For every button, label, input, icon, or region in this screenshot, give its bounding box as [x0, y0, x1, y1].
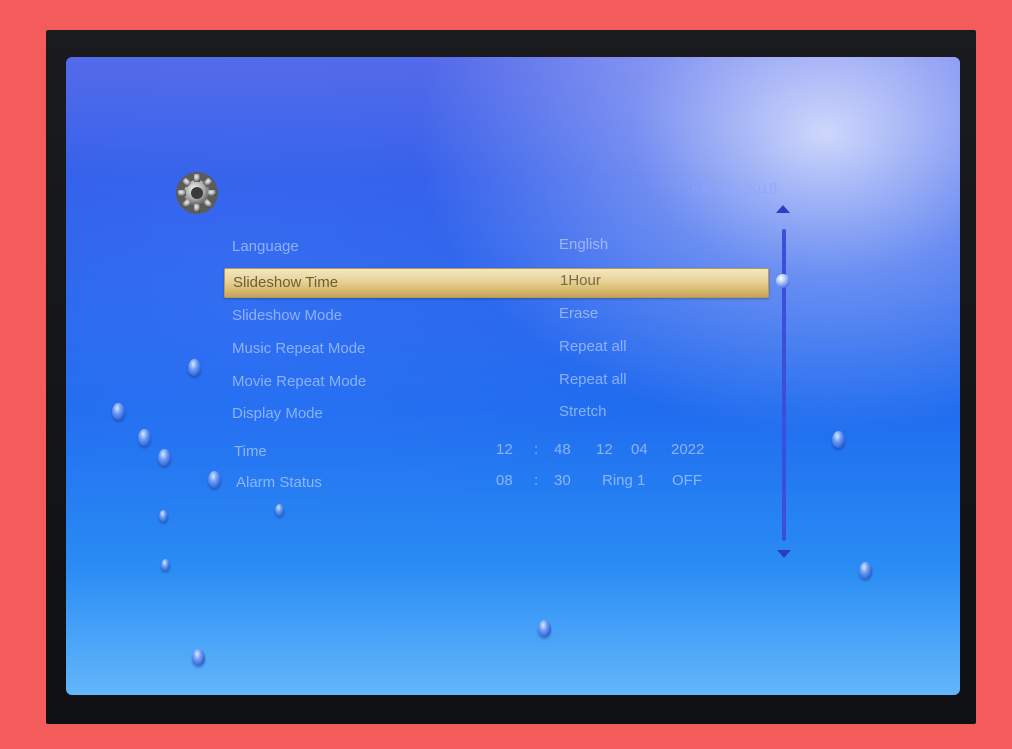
time-separator: :	[534, 441, 539, 458]
alarm-hour[interactable]: 08	[496, 472, 513, 489]
menu-item-label: Language	[232, 238, 299, 255]
scrollbar-thumb[interactable]	[776, 274, 790, 288]
menu-item-slideshow-time[interactable]: Slideshow Time 1Hour	[224, 268, 769, 298]
menu-item-value: Repeat all	[559, 338, 627, 355]
droplet-icon	[832, 431, 845, 448]
droplet-icon	[158, 449, 171, 466]
menu-item-music-repeat-mode[interactable]: Music Repeat Mode Repeat all	[224, 335, 767, 363]
menu-item-slideshow-mode[interactable]: Slideshow Mode Erase	[224, 302, 767, 330]
alarm-ring[interactable]: Ring 1	[602, 472, 645, 489]
droplet-icon	[192, 649, 205, 666]
menu-item-label: Display Mode	[232, 405, 323, 422]
menu-item-time[interactable]: Time 12 : 48 12 04 2022	[224, 438, 767, 466]
menu-item-value: 1Hour	[560, 272, 601, 289]
droplet-icon	[159, 510, 168, 522]
alarm-separator: :	[534, 472, 539, 489]
settings-screen: July 18, 2018 Language English Slideshow…	[66, 57, 960, 695]
time-hour[interactable]: 12	[496, 441, 513, 458]
alarm-state[interactable]: OFF	[672, 472, 702, 489]
scroll-up-arrow-icon[interactable]	[776, 205, 790, 213]
droplet-icon	[161, 559, 170, 571]
menu-item-label: Music Repeat Mode	[232, 340, 366, 357]
menu-item-movie-repeat-mode[interactable]: Movie Repeat Mode Repeat all	[224, 368, 767, 396]
droplet-icon	[538, 620, 551, 637]
alarm-minute[interactable]: 30	[554, 472, 571, 489]
menu-item-value: Erase	[559, 305, 599, 322]
droplet-icon	[208, 471, 221, 488]
screen-glare	[66, 57, 960, 177]
menu-item-label: Movie Repeat Mode	[232, 373, 367, 390]
scroll-down-arrow-icon[interactable]	[777, 550, 791, 558]
droplet-icon	[859, 562, 872, 579]
droplet-icon	[188, 359, 201, 376]
menu-item-label: Slideshow Mode	[232, 307, 343, 324]
menu-item-label: Time	[234, 443, 267, 460]
menu-item-alarm-status[interactable]: Alarm Status 08 : 30 Ring 1 OFF	[224, 469, 767, 497]
date-display: July 18, 2018	[688, 180, 778, 197]
droplet-icon	[138, 429, 151, 446]
droplet-icon	[112, 403, 125, 420]
menu-item-value: English	[559, 236, 609, 253]
date-month[interactable]: 12	[596, 441, 613, 458]
gear-icon	[176, 172, 218, 214]
menu-item-display-mode[interactable]: Display Mode Stretch	[224, 400, 767, 428]
droplet-icon	[275, 504, 284, 516]
time-minute[interactable]: 48	[554, 441, 571, 458]
menu-item-label: Alarm Status	[236, 474, 322, 491]
menu-item-language[interactable]: Language English	[224, 233, 767, 261]
menu-item-label: Slideshow Time	[233, 274, 339, 291]
date-day[interactable]: 04	[631, 441, 648, 458]
menu-item-value: Stretch	[559, 403, 607, 420]
menu-item-value: Repeat all	[559, 371, 627, 388]
date-year[interactable]: 2022	[671, 441, 704, 458]
